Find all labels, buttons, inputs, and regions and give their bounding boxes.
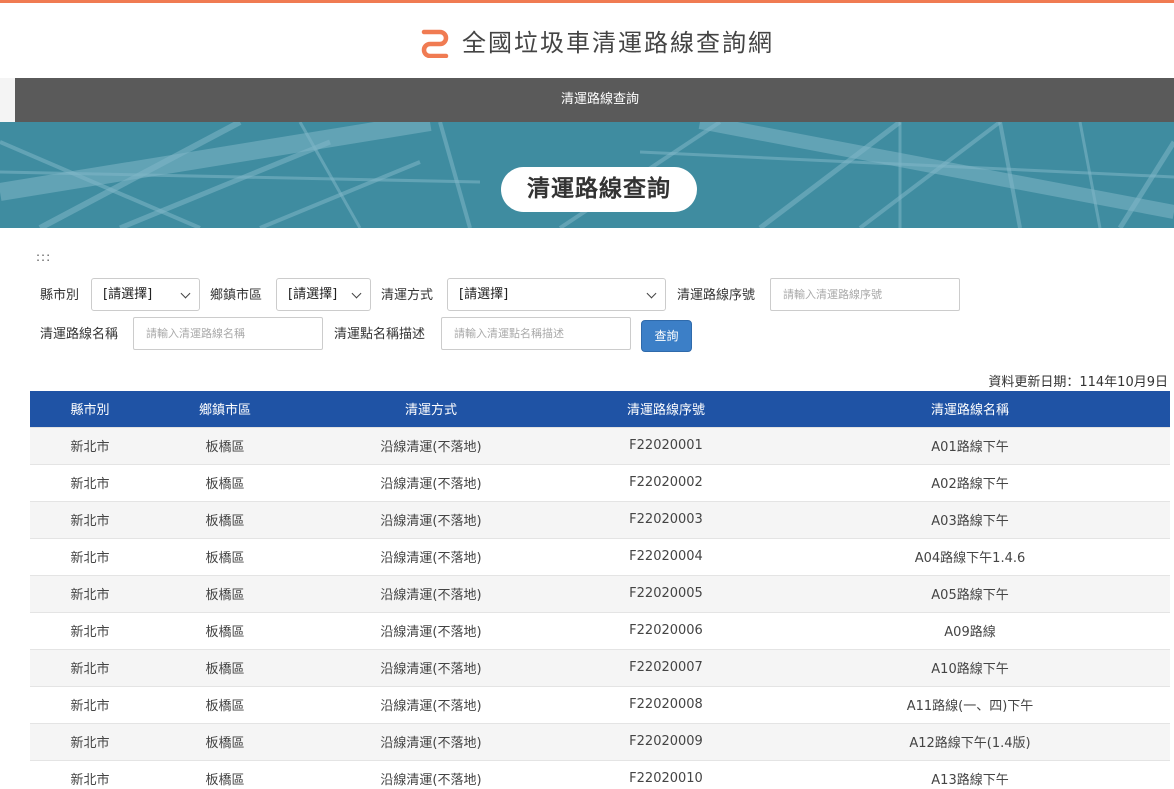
cell-district: 板橋區 (150, 723, 300, 761)
cell-county: 新北市 (30, 686, 150, 724)
page-banner: 清運路線查詢 (0, 122, 1174, 228)
cell-county: 新北市 (30, 538, 150, 576)
cell-method: 沿線清運(不落地) (300, 501, 562, 539)
district-label: 鄉鎮市區 (210, 288, 263, 303)
table-header-row: 縣市別 鄉鎮市區 清運方式 清運路線序號 清運路線名稱 (30, 391, 1170, 428)
route-no-label: 清運路線序號 (677, 288, 756, 303)
col-header-district[interactable]: 鄉鎮市區 (150, 391, 300, 428)
route-table: 縣市別 鄉鎮市區 清運方式 清運路線序號 清運路線名稱 新北市 板橋區 沿線清運(不… (30, 391, 1170, 789)
cell-method: 沿線清運(不落地) (300, 686, 562, 724)
cell-route-no: F22020010 (562, 760, 770, 789)
cell-district: 板橋區 (150, 427, 300, 465)
method-label: 清運方式 (381, 288, 434, 303)
cell-district: 板橋區 (150, 612, 300, 650)
cell-county: 新北市 (30, 575, 150, 613)
cell-route-no: F22020009 (562, 723, 770, 761)
point-desc-input[interactable]: 請輸入清運點名稱描述 (441, 317, 631, 350)
route-name-input[interactable]: 請輸入清運路線名稱 (133, 317, 323, 350)
cell-route-no: F22020004 (562, 538, 770, 576)
skip-link[interactable]: ::: (36, 250, 51, 264)
site-brand[interactable]: 全國垃圾車清運路線查詢網 (418, 23, 774, 58)
cell-method: 沿線清運(不落地) (300, 538, 562, 576)
col-header-route-name[interactable]: 清運路線名稱 (770, 391, 1170, 428)
cell-district: 板橋區 (150, 538, 300, 576)
table-row[interactable]: 新北市 板橋區 沿線清運(不落地) F22020007 A10路線下午 (30, 649, 1170, 687)
cell-route-name: A05路線下午 (770, 575, 1170, 613)
table-body: 新北市 板橋區 沿線清運(不落地) F22020001 A01路線下午 新北市 板橋區 沿線清… (30, 427, 1170, 789)
col-header-county[interactable]: 縣市別 (30, 391, 150, 428)
cell-county: 新北市 (30, 612, 150, 650)
county-select-value: [請選擇] (103, 287, 153, 302)
cell-county: 新北市 (30, 427, 150, 465)
cell-route-name: A09路線 (770, 612, 1170, 650)
cell-route-name: A02路線下午 (770, 464, 1170, 502)
cell-county: 新北市 (30, 723, 150, 761)
route-logo-icon (421, 29, 449, 58)
cell-route-no: F22020001 (562, 427, 770, 465)
cell-district: 板橋區 (150, 464, 300, 502)
site-title: 全國垃圾車清運路線查詢網 (462, 29, 774, 57)
cell-district: 板橋區 (150, 575, 300, 613)
cell-district: 板橋區 (150, 501, 300, 539)
table-row[interactable]: 新北市 板橋區 沿線清運(不落地) F22020004 A04路線下午1.4.6 (30, 538, 1170, 576)
table-row[interactable]: 新北市 板橋區 沿線清運(不落地) F22020005 A05路線下午 (30, 575, 1170, 613)
update-date: 資料更新日期：114年10月9日 (988, 375, 1168, 390)
table-row[interactable]: 新北市 板橋區 沿線清運(不落地) F22020006 A09路線 (30, 612, 1170, 650)
cell-district: 板橋區 (150, 649, 300, 687)
cell-route-no: F22020008 (562, 686, 770, 724)
method-select-value: [請選擇] (459, 287, 509, 302)
cell-route-name: A04路線下午1.4.6 (770, 538, 1170, 576)
cell-route-name: A01路線下午 (770, 427, 1170, 465)
cell-county: 新北市 (30, 649, 150, 687)
district-select[interactable]: [請選擇] (276, 278, 371, 311)
cell-route-no: F22020002 (562, 464, 770, 502)
table-row[interactable]: 新北市 板橋區 沿線清運(不落地) F22020009 A12路線下午(1.4版) (30, 723, 1170, 761)
cell-method: 沿線清運(不落地) (300, 427, 562, 465)
cell-county: 新北市 (30, 760, 150, 789)
cell-method: 沿線清運(不落地) (300, 612, 562, 650)
cell-route-no: F22020003 (562, 501, 770, 539)
cell-route-name: A12路線下午(1.4版) (770, 723, 1170, 761)
cell-route-name: A10路線下午 (770, 649, 1170, 687)
cell-district: 板橋區 (150, 686, 300, 724)
cell-county: 新北市 (30, 464, 150, 502)
table-row[interactable]: 新北市 板橋區 沿線清運(不落地) F22020002 A02路線下午 (30, 464, 1170, 502)
cell-method: 沿線清運(不落地) (300, 760, 562, 789)
banner-title: 清運路線查詢 (501, 167, 697, 212)
method-select[interactable]: [請選擇] (447, 278, 666, 311)
col-header-route-no[interactable]: 清運路線序號 (562, 391, 770, 428)
cell-method: 沿線清運(不落地) (300, 649, 562, 687)
route-no-input[interactable]: 請輸入清運路線序號 (770, 278, 960, 311)
route-name-label: 清運路線名稱 (40, 327, 119, 342)
table-row[interactable]: 新北市 板橋區 沿線清運(不落地) F22020003 A03路線下午 (30, 501, 1170, 539)
point-desc-label: 清運點名稱描述 (334, 327, 426, 342)
cell-route-no: F22020006 (562, 612, 770, 650)
col-header-method[interactable]: 清運方式 (300, 391, 562, 428)
site-header: 全國垃圾車清運路線查詢網 (0, 3, 1174, 78)
main-nav: 清運路線查詢 (0, 78, 1174, 122)
county-select[interactable]: [請選擇] (91, 278, 200, 311)
table-row[interactable]: 新北市 板橋區 沿線清運(不落地) F22020010 A13路線下午 (30, 760, 1170, 789)
district-select-value: [請選擇] (288, 287, 338, 302)
nav-item-route-query[interactable]: 清運路線查詢 (0, 78, 1174, 122)
cell-county: 新北市 (30, 501, 150, 539)
cell-method: 沿線清運(不落地) (300, 575, 562, 613)
cell-route-name: A13路線下午 (770, 760, 1170, 789)
chevron-down-icon (180, 288, 191, 299)
table-row[interactable]: 新北市 板橋區 沿線清運(不落地) F22020008 A11路線(一、四)下午 (30, 686, 1170, 724)
table-row[interactable]: 新北市 板橋區 沿線清運(不落地) F22020001 A01路線下午 (30, 427, 1170, 465)
search-button[interactable]: 查詢 (641, 320, 692, 352)
cell-route-name: A03路線下午 (770, 501, 1170, 539)
cell-district: 板橋區 (150, 760, 300, 789)
county-label: 縣市別 (40, 288, 80, 303)
chevron-down-icon (351, 288, 362, 299)
cell-method: 沿線清運(不落地) (300, 723, 562, 761)
cell-route-no: F22020007 (562, 649, 770, 687)
cell-method: 沿線清運(不落地) (300, 464, 562, 502)
cell-route-name: A11路線(一、四)下午 (770, 686, 1170, 724)
chevron-down-icon (646, 288, 657, 299)
cell-route-no: F22020005 (562, 575, 770, 613)
